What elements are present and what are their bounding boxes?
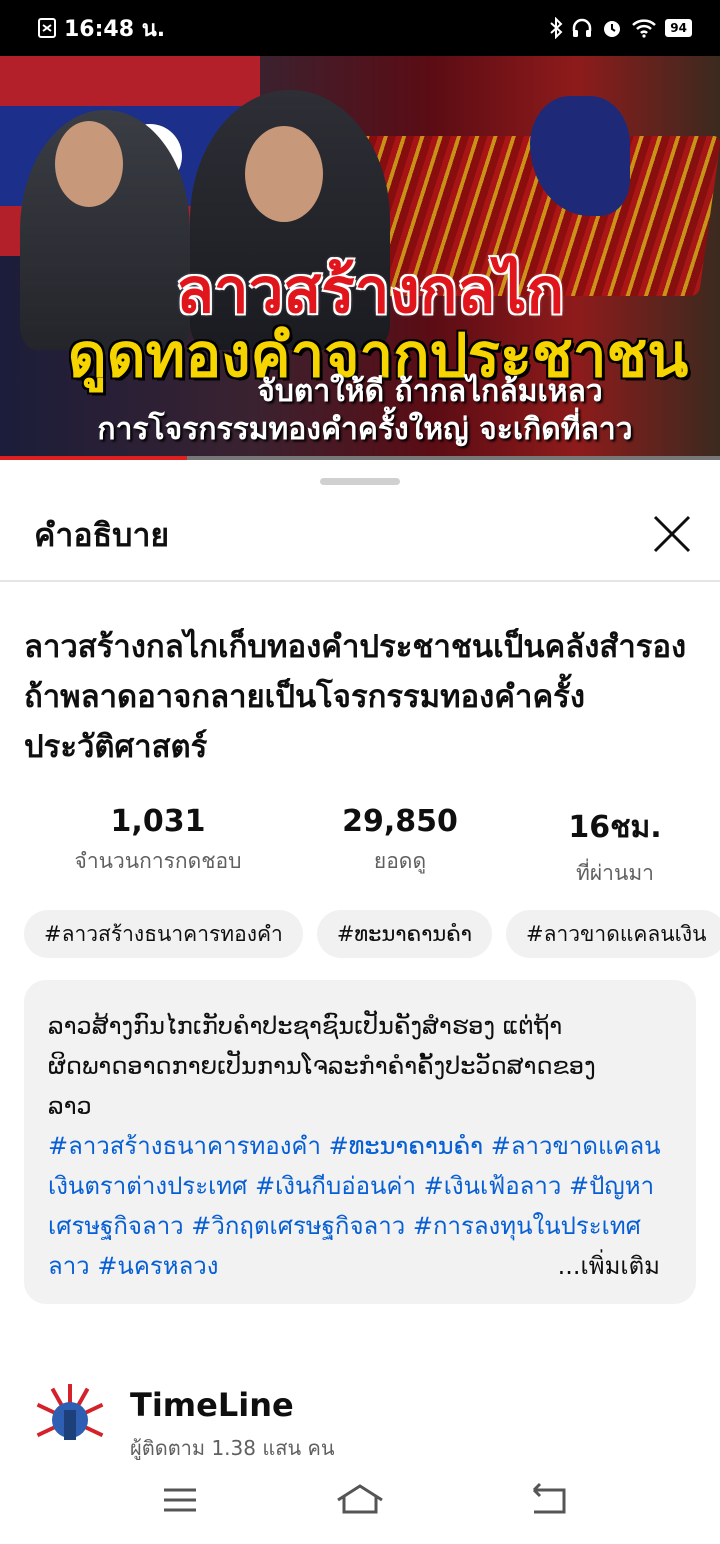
description-text-line: ລາວສ້າງກົນໄກເກັບຄຳປະຊາຊົນເປັນຄັງສຳຮອງ ແຕ… xyxy=(48,1012,563,1040)
close-button[interactable] xyxy=(652,514,692,554)
channel-logo-icon xyxy=(34,1384,106,1456)
views-label: ยอดดู xyxy=(373,849,427,873)
status-bar: 16:48 น. 94 xyxy=(0,0,720,56)
video-player[interactable]: ลาวสร้างกลไก ดูดทองคำจากประชาชน จับตาให้… xyxy=(0,56,720,460)
presenter-left-head xyxy=(55,121,123,207)
likes-count: 1,031 xyxy=(110,804,206,839)
hashtag-chip[interactable]: #ลาวสร้างธนาคารทองคำ xyxy=(24,910,303,958)
presenter-right-head xyxy=(245,126,323,222)
hashtag-chips: #ลาวสร้างธนาคารทองคำ #ທະນາຄານຄຳ #ลาวขาดแคล… xyxy=(24,910,720,960)
show-more-button[interactable]: ...เพิ่มเติม xyxy=(517,1246,660,1286)
back-button[interactable] xyxy=(518,1478,578,1522)
close-icon xyxy=(653,515,691,553)
hashtag-link[interactable]: #เงินกีบอ่อนค่า xyxy=(255,1172,416,1200)
menu-icon xyxy=(164,1488,196,1512)
video-progress-fill xyxy=(0,456,188,460)
alarm-icon xyxy=(601,17,623,39)
likes-label: จำนวนการกดชอบ xyxy=(74,849,242,873)
upload-age-label: ที่ผ่านมา xyxy=(576,861,654,885)
home-button[interactable] xyxy=(330,1478,390,1522)
wifi-icon xyxy=(631,18,657,38)
subscriber-count: ผู้ติดตาม 1.38 แสน คน xyxy=(130,1436,335,1460)
likes-stat: 1,031 จำนวนการกดชอบ xyxy=(48,804,268,878)
video-overlay-caption-2: การโจรกรรมทองคำครั้งใหญ่ จะเกิดที่ลาว xyxy=(97,412,633,447)
description-box[interactable]: ລາວສ້າງກົນໄກເກັບຄຳປະຊາຊົນເປັນຄັງສຳຮອງ ແຕ… xyxy=(24,980,696,1304)
upload-age-stat: 16ชม. ที่ผ่านมา xyxy=(510,804,720,890)
screenshot-icon xyxy=(38,18,56,38)
upload-age-value: 16ชม. xyxy=(568,810,662,845)
video-stats: 1,031 จำนวนการกดชอบ 29,850 ยอดดู 16ชม. ท… xyxy=(0,804,720,885)
hashtag-link[interactable]: #ลาวสร้างธนาคารทองคำ xyxy=(48,1132,321,1160)
navigation-bar xyxy=(0,1464,720,1544)
battery-indicator: 94 xyxy=(665,19,692,37)
views-stat: 29,850 ยอดดู xyxy=(290,804,510,878)
description-sheet: คำอธิบาย ลาวสร้างกลไกเก็บทองคำประชาชนเป็… xyxy=(0,462,720,1544)
hashtag-link[interactable]: #วิกฤตเศรษฐกิจลาว xyxy=(191,1212,405,1240)
home-icon xyxy=(337,1484,383,1514)
sheet-title: คำอธิบาย xyxy=(34,516,170,554)
channel-name[interactable]: TimeLine xyxy=(130,1386,294,1424)
video-title: ลาวสร้างกลไกเก็บทองคำประชาชนเป็นคลังสำรอ… xyxy=(24,629,687,765)
video-progress-bar[interactable] xyxy=(0,456,720,460)
divider xyxy=(0,580,720,582)
views-count: 29,850 xyxy=(342,804,458,839)
headphones-icon xyxy=(571,17,593,39)
hashtag-link[interactable]: #นครหลวง xyxy=(97,1252,218,1280)
bluetooth-icon xyxy=(549,17,563,39)
menu-button[interactable] xyxy=(150,1478,210,1522)
hashtag-chip[interactable]: #ลาวขาดแคลนเงิน xyxy=(506,910,720,958)
sheet-drag-handle[interactable] xyxy=(320,478,400,485)
back-icon xyxy=(532,1482,566,1514)
hashtag-link[interactable]: #เงินเฟ้อลาว xyxy=(424,1172,562,1200)
clock: 16:48 น. xyxy=(64,16,166,42)
description-text-line: ລາວ xyxy=(48,1092,92,1120)
hashtag-chip[interactable]: #ທະນາຄານຄຳ xyxy=(316,910,492,958)
description-text-line: ຜິດພາດອາດກາຍເປັນການໂຈລະກຳຄຳຄັ້ງປະວັດສາດຂ… xyxy=(48,1052,596,1080)
channel-row[interactable]: TimeLine ผู้ติดตาม 1.38 แสน คน xyxy=(34,1384,694,1464)
channel-avatar[interactable] xyxy=(34,1384,106,1456)
hashtag-link[interactable]: #ທະນາຄານຄຳ xyxy=(329,1132,483,1160)
